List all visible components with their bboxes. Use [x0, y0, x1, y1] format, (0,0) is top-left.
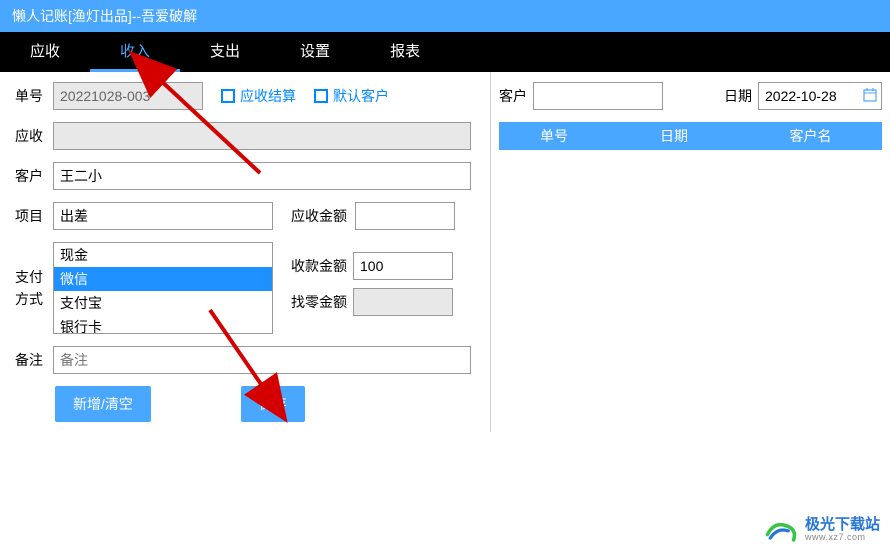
calendar-icon[interactable] [859, 88, 881, 105]
list-item[interactable]: 现金 [54, 243, 272, 267]
receivable-input[interactable] [53, 122, 471, 150]
filter-date-input[interactable] [759, 88, 859, 104]
remark-label: 备注 [15, 350, 53, 370]
list-item[interactable]: 银行卡 [54, 315, 272, 334]
project-label: 项目 [15, 206, 53, 226]
date-picker[interactable] [758, 82, 882, 110]
filter-customer-input[interactable] [533, 82, 663, 110]
table-header: 单号 日期 客户名 [499, 122, 882, 150]
save-button[interactable]: 保存 [241, 386, 305, 422]
change-amount-label: 找零金额 [291, 292, 353, 312]
receivable-amount-input[interactable] [355, 202, 455, 230]
checkbox-icon [221, 89, 235, 103]
receive-amount-label: 收款金额 [291, 256, 353, 276]
list-item[interactable]: 支付宝 [54, 291, 272, 315]
filter-date-label: 日期 [724, 86, 752, 106]
watermark-url: www.xz7.com [805, 533, 880, 543]
default-customer-checkbox-label: 默认客户 [333, 86, 389, 106]
bill-no-label: 单号 [15, 86, 53, 106]
filter-customer-label: 客户 [499, 86, 527, 106]
watermark-logo-icon [763, 516, 799, 544]
window-title: 懒人记账[渔灯出品]--吾爱破解 [12, 8, 197, 24]
menu-income[interactable]: 收入 [90, 32, 180, 72]
menu-settings[interactable]: 设置 [270, 32, 360, 72]
main-menu-bar: 应收 收入 支出 设置 报表 [0, 32, 890, 72]
window-title-bar: 懒人记账[渔灯出品]--吾爱破解 [0, 0, 890, 32]
menu-reports[interactable]: 报表 [360, 32, 450, 72]
list-panel: 客户 日期 单号 日期 客户名 [490, 72, 890, 432]
settle-checkbox-label: 应收结算 [240, 86, 296, 106]
customer-label: 客户 [15, 166, 53, 186]
checkbox-icon [314, 89, 328, 103]
remark-input[interactable] [53, 346, 471, 374]
watermark: 极光下载站 www.xz7.com [763, 516, 880, 544]
receive-amount-input[interactable] [353, 252, 453, 280]
project-input[interactable] [53, 202, 273, 230]
menu-expense[interactable]: 支出 [180, 32, 270, 72]
th-bill-no: 单号 [499, 122, 609, 150]
watermark-title: 极光下载站 [805, 517, 880, 534]
receivable-label: 应收 [15, 126, 53, 146]
pay-method-listbox[interactable]: 现金 微信 支付宝 银行卡 [53, 242, 273, 334]
customer-input[interactable] [53, 162, 471, 190]
receivable-amount-label: 应收金额 [291, 206, 347, 226]
list-item[interactable]: 微信 [54, 267, 272, 291]
pay-method-label: 支付 方式 [15, 242, 53, 334]
th-date: 日期 [609, 122, 739, 150]
new-clear-button[interactable]: 新增/清空 [55, 386, 151, 422]
form-panel: 单号 应收结算 默认客户 应收 客户 项目 应收金额 [0, 72, 490, 432]
settle-checkbox[interactable]: 应收结算 [221, 86, 296, 106]
bill-no-input[interactable] [53, 82, 203, 110]
default-customer-checkbox[interactable]: 默认客户 [314, 86, 389, 106]
change-amount-input[interactable] [353, 288, 453, 316]
menu-receivable[interactable]: 应收 [0, 32, 90, 72]
th-customer: 客户名 [739, 122, 882, 150]
